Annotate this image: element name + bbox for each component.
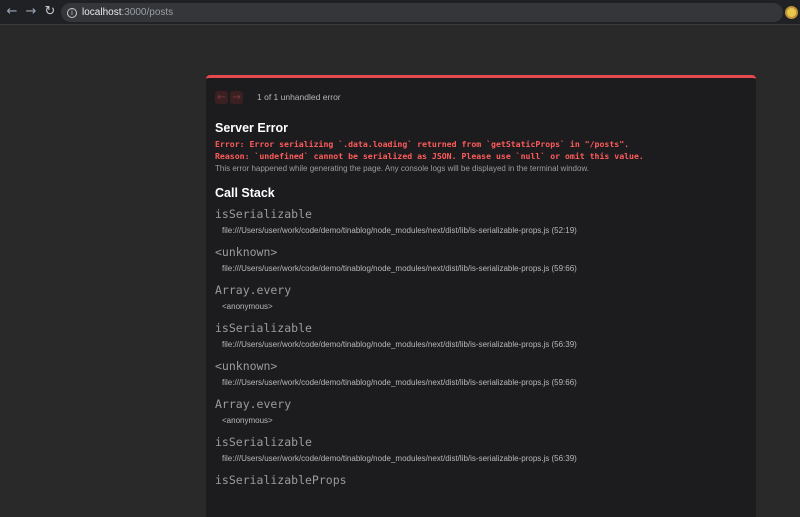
stack-frame[interactable]: isSerializable file:///Users/user/work/c… (215, 320, 747, 352)
frame-function: Array.every (215, 397, 292, 411)
error-count: 1 of 1 unhandled error (257, 92, 341, 102)
info-icon[interactable]: i (67, 7, 77, 18)
frame-location: file:///Users/user/work/code/demo/tinabl… (222, 264, 577, 273)
stack-frame[interactable]: isSerializableProps (215, 472, 747, 489)
reload-icon[interactable]: ↻ (42, 4, 58, 20)
url-path: :3000/posts (121, 7, 174, 18)
url-host: localhost (82, 7, 122, 18)
frame-location: file:///Users/user/work/code/demo/tinabl… (222, 226, 577, 235)
extension-icon[interactable] (785, 6, 798, 19)
error-message-line2: Reason: `undefined` cannot be serialized… (215, 151, 644, 161)
address-bar[interactable]: i localhost:3000/posts (61, 3, 783, 22)
frame-location: file:///Users/user/work/code/demo/tinabl… (222, 340, 577, 349)
frame-location: <anonymous> (222, 416, 273, 425)
stack-frame[interactable]: isSerializable file:///Users/user/work/c… (215, 206, 747, 238)
frame-location: file:///Users/user/work/code/demo/tinabl… (222, 454, 577, 463)
error-overlay: ← → 1 of 1 unhandled error Server Error … (206, 75, 756, 517)
arrow-right-icon[interactable]: → (23, 4, 39, 20)
frame-function: Array.every (215, 283, 292, 297)
stack-frame[interactable]: Array.every <anonymous> (215, 396, 747, 428)
frame-location: file:///Users/user/work/code/demo/tinabl… (222, 378, 577, 387)
error-title: Server Error (215, 121, 288, 135)
frame-location: <anonymous> (222, 302, 273, 311)
frame-function: isSerializableProps (215, 473, 347, 487)
prev-error-button[interactable]: ← (215, 90, 228, 104)
error-pager: ← → 1 of 1 unhandled error (215, 90, 747, 104)
call-stack-title: Call Stack (215, 186, 275, 200)
stack-frame[interactable]: <unknown> file:///Users/user/work/code/d… (215, 358, 747, 390)
stack-frame[interactable]: isSerializable file:///Users/user/work/c… (215, 434, 747, 466)
next-error-button[interactable]: → (230, 90, 243, 104)
frame-function: isSerializable (215, 207, 312, 221)
frame-function: isSerializable (215, 321, 312, 335)
frame-function: <unknown> (215, 245, 278, 259)
stack-frame[interactable]: Array.every <anonymous> (215, 282, 747, 314)
stack-frame[interactable]: <unknown> file:///Users/user/work/code/d… (215, 244, 747, 276)
browser-toolbar: ← → ↻ i localhost:3000/posts (0, 0, 800, 25)
error-message-line1: Error: Error serializing `.data.loading`… (215, 139, 630, 149)
arrow-left-icon[interactable]: ← (4, 4, 20, 20)
frame-function: isSerializable (215, 435, 312, 449)
error-note: This error happened while generating the… (215, 164, 590, 173)
frame-function: <unknown> (215, 359, 278, 373)
